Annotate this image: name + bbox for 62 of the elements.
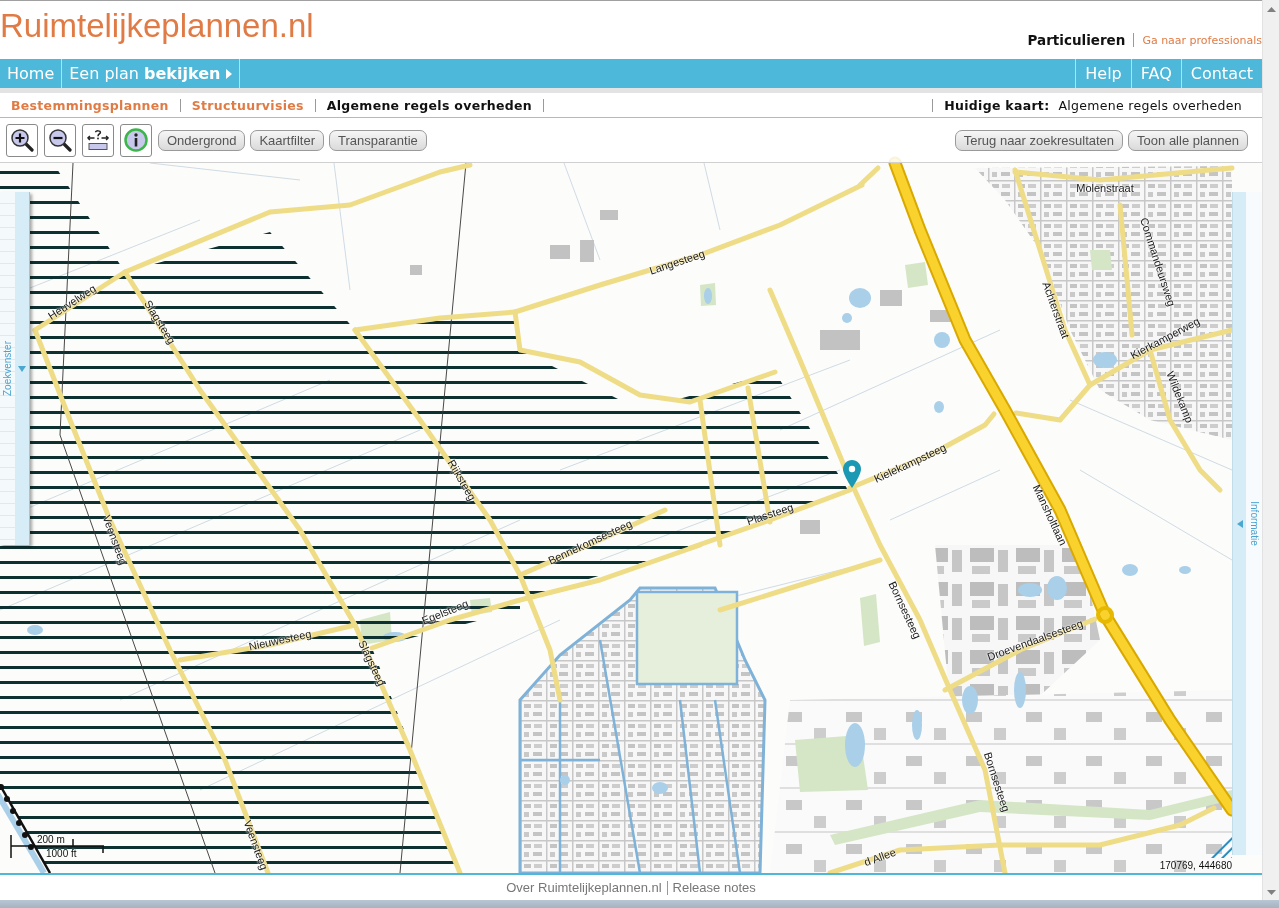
street-label: Nieuwesteeg	[247, 627, 313, 653]
map-type-tab[interactable]: Structuurvisies	[191, 97, 304, 113]
grass-area	[860, 594, 880, 646]
map-option-button[interactable]: Ondergrond	[158, 129, 246, 151]
building	[550, 245, 570, 259]
scrollbar[interactable]	[1262, 0, 1279, 900]
left-triangle-icon	[1236, 519, 1243, 528]
pond	[1014, 672, 1026, 708]
pond	[1093, 352, 1117, 368]
map-action-button[interactable]: Toon alle plannen	[1128, 129, 1248, 151]
pond	[560, 775, 570, 785]
pond	[912, 710, 922, 740]
building	[820, 330, 860, 350]
pond	[1179, 566, 1191, 574]
location-pin-icon[interactable]	[843, 460, 861, 488]
pond	[1047, 576, 1067, 600]
pond	[842, 313, 852, 323]
professionals-link[interactable]: Ga naar professionals	[1142, 33, 1262, 47]
map-action-button[interactable]: Terug naar zoekresultaten	[954, 129, 1124, 151]
zoom-out-icon	[48, 128, 72, 152]
building	[580, 240, 594, 262]
building	[600, 210, 618, 220]
pond	[934, 332, 950, 348]
down-arrow-icon[interactable]	[1266, 890, 1276, 895]
map-type-tab[interactable]: Bestemmingsplannen	[11, 97, 169, 113]
map-type-tab[interactable]: Algemene regels overheden	[326, 97, 533, 113]
audience-label: Particulieren	[1027, 32, 1126, 48]
map-option-button[interactable]: Kaartfilter	[250, 129, 325, 151]
pond	[845, 723, 865, 767]
pond	[1018, 583, 1042, 597]
zoom-out-button[interactable]	[44, 123, 76, 157]
scale-label: 200 m	[37, 835, 65, 845]
pond	[704, 288, 712, 304]
info-icon	[124, 128, 148, 152]
zoom-in-button[interactable]	[6, 123, 38, 157]
site-logo[interactable]: Ruimtelijkeplannen.nl	[0, 9, 314, 42]
arrows-ruler-icon	[86, 128, 110, 152]
footer-link[interactable]: Over Ruimtelijkeplannen.nl	[506, 880, 662, 895]
pond	[962, 686, 978, 714]
building	[880, 290, 902, 306]
building	[800, 520, 820, 534]
footer-link[interactable]: Release notes	[672, 880, 756, 895]
pond	[1122, 564, 1138, 576]
grass-area	[1090, 250, 1112, 270]
map-option-button[interactable]: Transparantie	[329, 129, 427, 151]
down-triangle-icon	[18, 365, 26, 372]
grass-area	[905, 262, 928, 288]
caret-icon	[226, 68, 233, 79]
info-button[interactable]	[120, 123, 152, 157]
pond	[652, 782, 668, 794]
street-label: d Allee	[862, 845, 898, 869]
current-map-label: Huidige kaart:	[944, 97, 1050, 113]
pond	[849, 288, 871, 308]
measure-button[interactable]	[82, 123, 114, 157]
pond	[934, 401, 944, 413]
up-arrow-icon[interactable]	[1266, 7, 1276, 12]
current-map-name: Algemene regels overheden	[1058, 97, 1242, 113]
map-coordinates: 170769, 444680	[1159, 861, 1232, 871]
street-label: Molenstraat	[1076, 181, 1134, 195]
scale-label: 1000 ft	[46, 849, 77, 859]
building	[410, 265, 422, 275]
zoom-in-icon	[10, 128, 34, 152]
